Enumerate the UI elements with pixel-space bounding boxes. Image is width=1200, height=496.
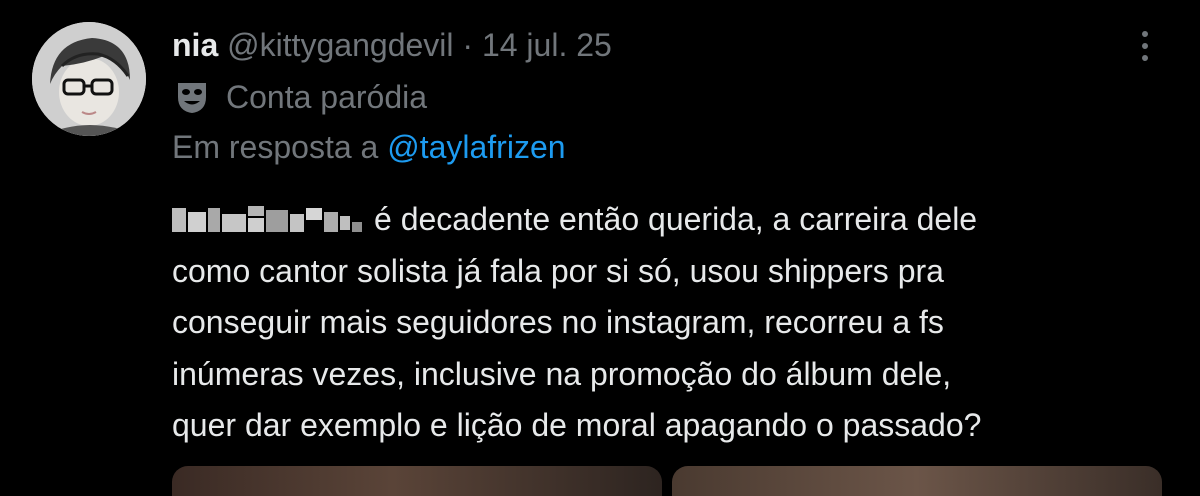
- redacted-block: [172, 198, 368, 232]
- tweet-text-line-1-content: é decadente então querida, a carreira de…: [374, 201, 978, 237]
- author-handle[interactable]: @kittygangdevil: [227, 27, 453, 63]
- reply-context: Em resposta a @taylafrizen: [172, 126, 566, 168]
- more-options-dot: [1142, 55, 1148, 61]
- tweet-header: nia @kittygangdevil · 14 jul. 25: [172, 24, 612, 66]
- media-image-2[interactable]: [672, 466, 1162, 496]
- parody-mask-icon: [178, 83, 206, 113]
- tweet-text-line-1: é decadente então querida, a carreira de…: [172, 194, 1182, 246]
- tweet-text-line-3: conseguir mais seguidores no instagram, …: [172, 304, 944, 340]
- tweet-text: é decadente então querida, a carreira de…: [172, 194, 1182, 452]
- parody-label-text: Conta paródia: [226, 79, 428, 115]
- media-attachments[interactable]: [172, 466, 1162, 496]
- media-image-1[interactable]: [172, 466, 662, 496]
- separator-dot: ·: [462, 27, 474, 63]
- reply-to-mention[interactable]: @taylafrizen: [387, 129, 565, 165]
- parody-label: Conta paródia: [172, 76, 427, 118]
- more-options-icon: [1142, 31, 1148, 37]
- reply-prefix: Em resposta a: [172, 129, 379, 165]
- more-options-dot: [1142, 43, 1148, 49]
- avatar[interactable]: [32, 22, 146, 136]
- tweet-date[interactable]: 14 jul. 25: [482, 27, 612, 63]
- more-options-button[interactable]: [1130, 22, 1160, 70]
- tweet-text-line-4: inúmeras vezes, inclusive na promoção do…: [172, 355, 952, 392]
- tweet-text-line-5: quer dar exemplo e lição de moral apagan…: [172, 407, 982, 443]
- tweet-text-line-2: como cantor solista já fala por si só, u…: [172, 252, 944, 289]
- author-name[interactable]: nia: [172, 27, 218, 63]
